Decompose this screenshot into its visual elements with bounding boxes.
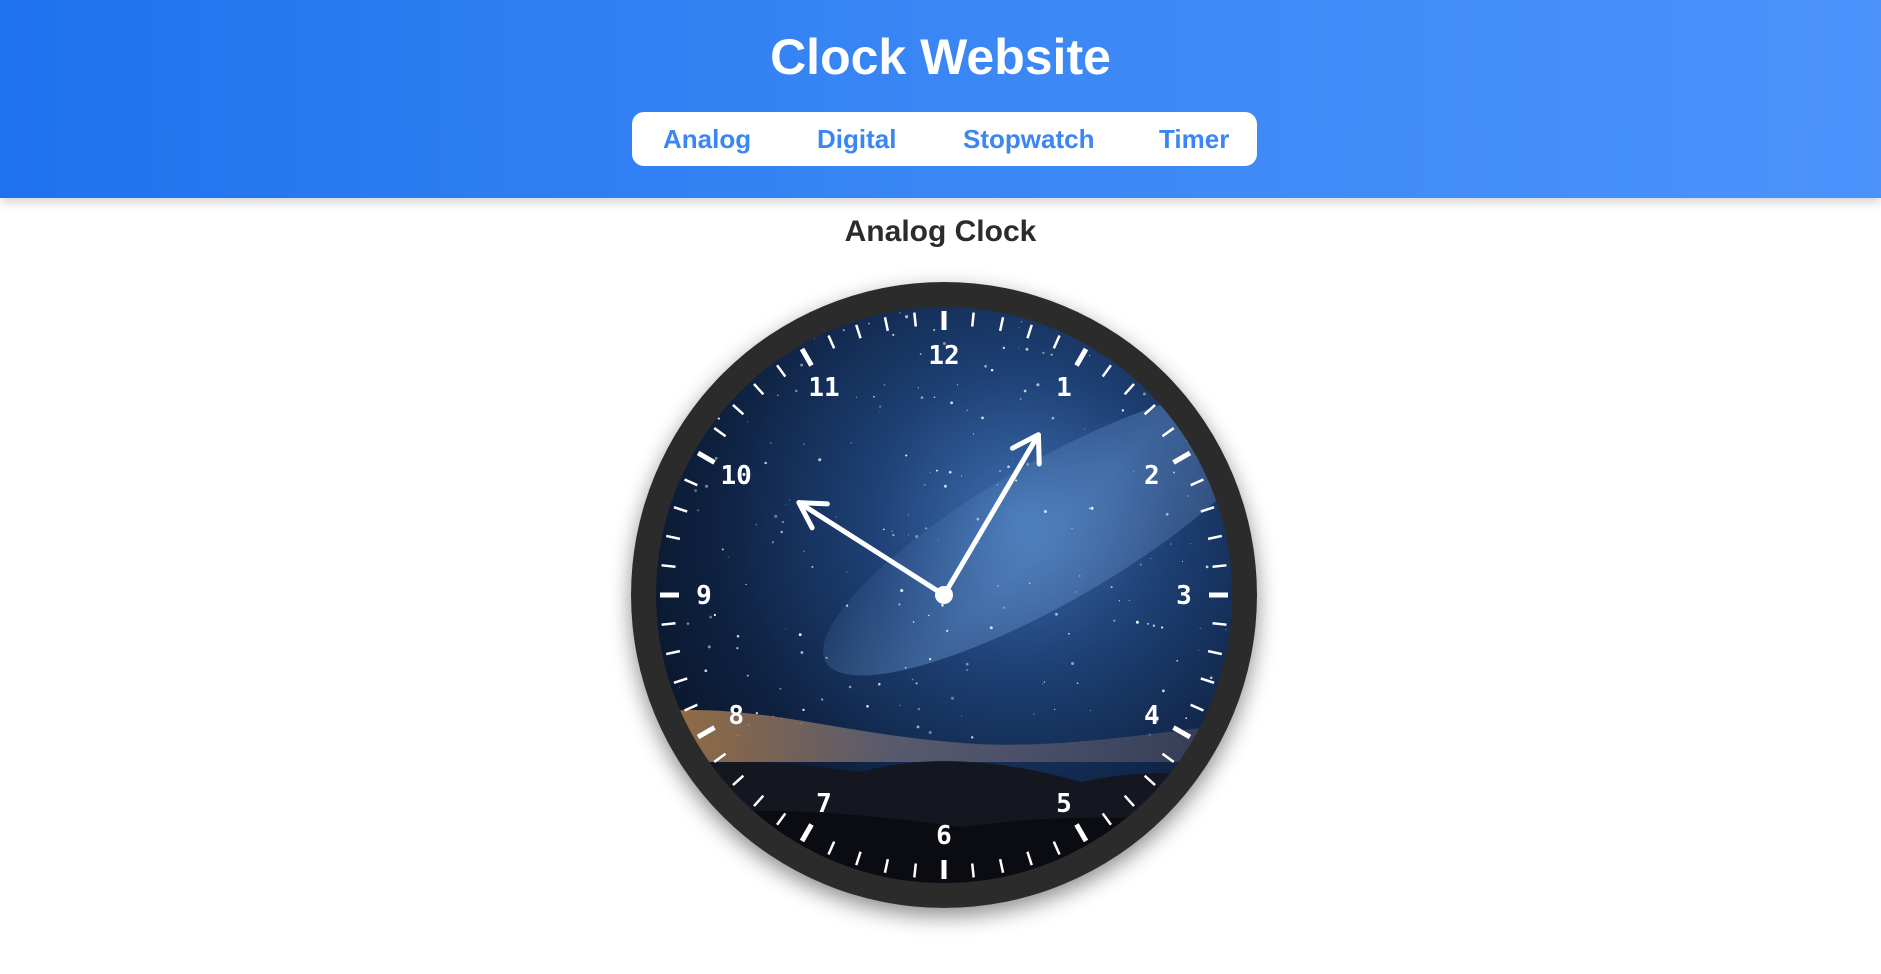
nav-item-stopwatch[interactable]: Stopwatch	[963, 112, 1094, 166]
minor-tick	[661, 621, 676, 626]
numeral-12: 12	[928, 341, 959, 371]
numeral-10: 10	[720, 461, 751, 491]
numeral-9: 9	[696, 581, 712, 611]
analog-clock: 12 1 2 3 4 5 6 7 8 9 10 11	[631, 282, 1257, 908]
minor-tick	[913, 312, 918, 327]
nav-item-digital[interactable]: Digital	[817, 112, 896, 166]
numeral-6: 6	[936, 821, 952, 851]
numeral-1: 1	[1056, 373, 1072, 403]
section-title: Analog Clock	[844, 215, 1037, 248]
minor-tick	[970, 312, 975, 327]
minor-tick	[970, 863, 975, 878]
site-title: Clock Website	[770, 29, 1111, 85]
numeral-5: 5	[1056, 789, 1072, 819]
minor-tick	[913, 863, 918, 878]
numeral-7: 7	[816, 789, 832, 819]
numeral-3: 3	[1176, 581, 1192, 611]
numeral-11: 11	[808, 373, 839, 403]
center-pin	[935, 586, 953, 604]
nav-bar: Analog Digital Stopwatch Timer	[632, 112, 1257, 166]
nav-item-analog[interactable]: Analog	[663, 112, 751, 166]
minor-tick	[1212, 621, 1227, 626]
minor-tick	[1212, 564, 1227, 569]
numeral-8: 8	[728, 701, 744, 731]
minor-tick	[661, 564, 676, 569]
clock-face-svg: 121234567891011	[631, 282, 1257, 908]
numeral-2: 2	[1144, 461, 1160, 491]
nav-item-timer[interactable]: Timer	[1159, 112, 1229, 166]
numeral-4: 4	[1144, 701, 1160, 731]
site-header: Clock Website Analog Digital Stopwatch T…	[0, 0, 1881, 198]
